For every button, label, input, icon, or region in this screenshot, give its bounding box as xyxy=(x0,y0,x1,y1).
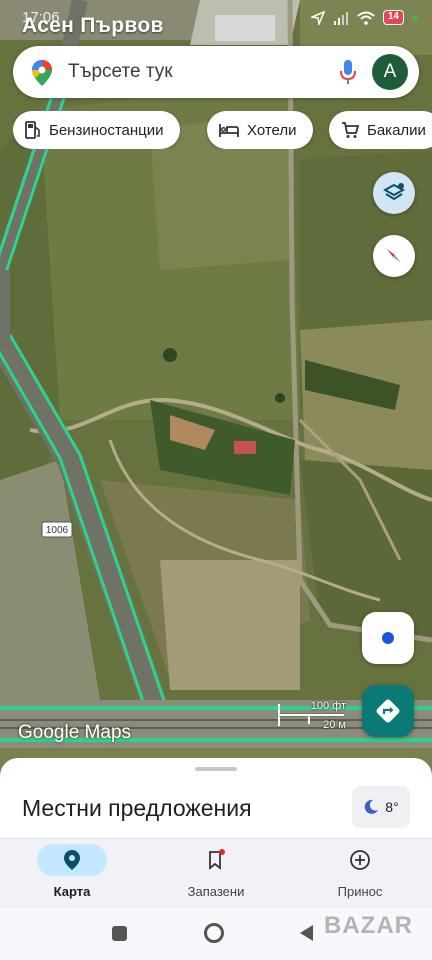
wifi-icon xyxy=(357,11,375,25)
microphone-icon[interactable] xyxy=(339,59,357,85)
chip-hotels[interactable]: Хотели xyxy=(207,111,313,149)
watermark: BAZAR xyxy=(324,912,413,939)
bed-icon xyxy=(219,124,239,137)
search-placeholder[interactable]: Търсете тук xyxy=(68,61,173,83)
status-bar: Асен Първов 17:06 14 xyxy=(0,0,432,40)
add-circle-icon xyxy=(350,850,370,870)
location-arrow-icon xyxy=(310,10,325,25)
cart-icon xyxy=(342,122,359,138)
back-button[interactable] xyxy=(300,925,313,941)
my-location-icon xyxy=(382,632,394,644)
scale-imperial-label: 100 фт xyxy=(310,700,346,712)
gas-station-icon xyxy=(25,121,40,139)
map-pin-icon xyxy=(64,850,80,870)
status-time: 17:06 xyxy=(22,9,60,26)
home-button[interactable] xyxy=(204,923,224,943)
nav-contribute[interactable]: Принос xyxy=(288,839,432,909)
account-avatar[interactable]: A xyxy=(372,54,408,90)
nav-map[interactable]: Карта xyxy=(0,839,144,909)
bottom-sheet[interactable]: Местни предложения 8° xyxy=(0,758,432,840)
category-chips: Бензиностанции Хотели Бакалии xyxy=(13,111,432,149)
search-bar[interactable]: Търсете тук A xyxy=(13,46,419,98)
compass-icon xyxy=(387,249,401,263)
sheet-title: Местни предложения xyxy=(22,795,252,821)
bottom-navigation: Карта Запазени Принос xyxy=(0,838,432,908)
scale-bar: 100 фт 20 м xyxy=(278,700,348,735)
nav-label: Принос xyxy=(337,884,383,899)
layers-icon xyxy=(383,183,405,201)
privacy-dot xyxy=(412,14,418,21)
battery-indicator: 14 xyxy=(382,10,404,25)
chip-label: Бакалии xyxy=(367,121,426,139)
nav-label: Карта xyxy=(53,884,91,899)
my-location-button[interactable] xyxy=(362,612,414,664)
moon-icon xyxy=(365,799,379,814)
directions-button[interactable] xyxy=(362,685,414,737)
sheet-drag-handle[interactable] xyxy=(195,767,237,771)
recents-button[interactable] xyxy=(112,926,127,941)
nav-saved[interactable]: Запазени xyxy=(144,839,288,909)
directions-icon xyxy=(376,699,400,723)
chip-groceries[interactable]: Бакалии xyxy=(329,111,432,149)
temperature: 8° xyxy=(385,799,399,815)
google-maps-pin-icon xyxy=(32,60,52,86)
scale-metric-label: 20 м xyxy=(323,719,346,731)
google-maps-logo: Google Maps xyxy=(18,722,132,743)
chip-label: Бензиностанции xyxy=(49,121,164,139)
weather-chip[interactable]: 8° xyxy=(352,786,410,828)
bookmark-icon xyxy=(209,849,225,870)
signal-icon xyxy=(333,11,348,25)
status-icons: 14 xyxy=(310,10,418,25)
nav-label: Запазени xyxy=(187,884,245,899)
chip-gas-stations[interactable]: Бензиностанции xyxy=(13,111,180,149)
compass-button[interactable] xyxy=(373,235,415,277)
scale-line xyxy=(278,714,344,716)
layers-button[interactable] xyxy=(373,172,415,214)
chip-label: Хотели xyxy=(247,121,297,139)
road-number-label: 1006 xyxy=(46,525,69,536)
